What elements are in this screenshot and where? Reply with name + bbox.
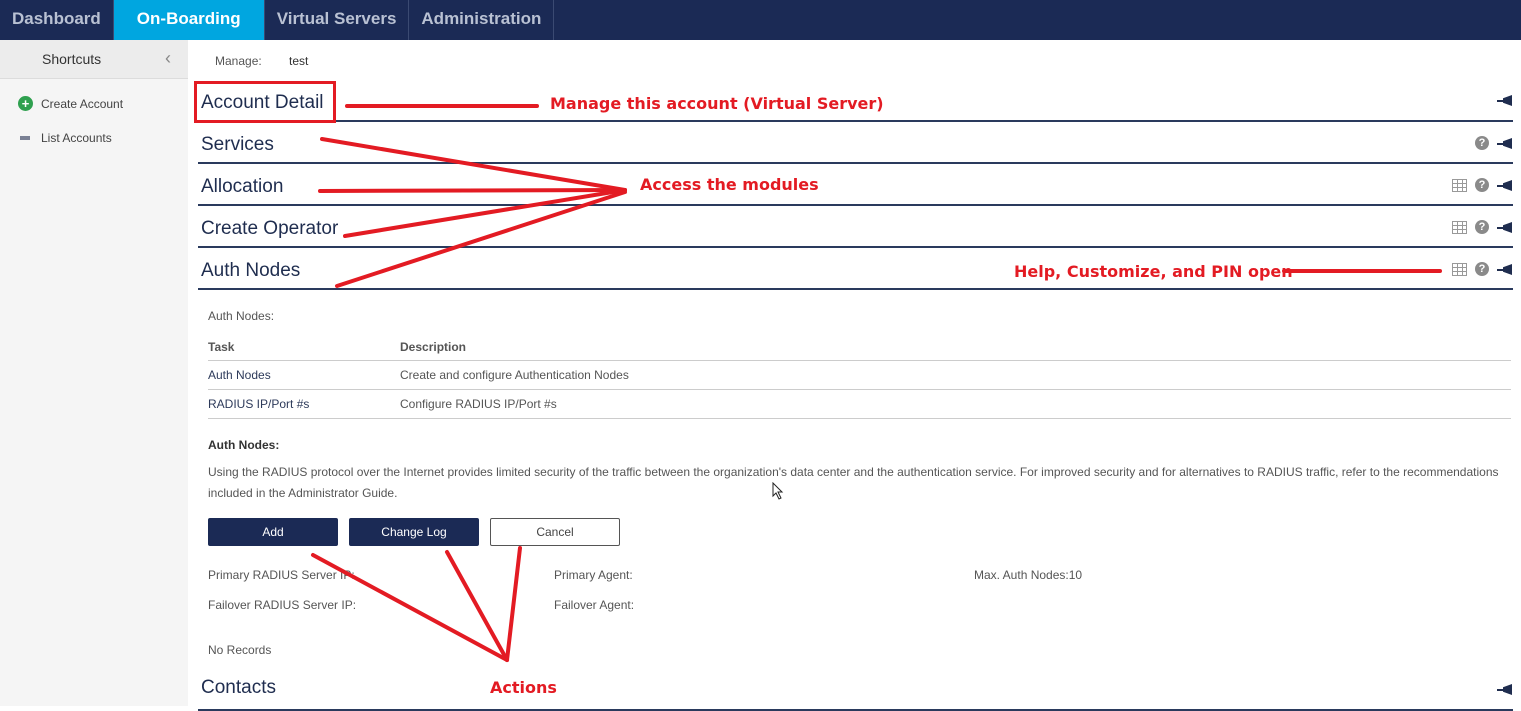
section-create-operator: Create Operator ?	[198, 206, 1513, 248]
section-title[interactable]: Create Operator	[201, 218, 338, 240]
failover-agent-label: Failover Agent:	[554, 598, 635, 612]
table-header-row: Task Description	[208, 334, 1511, 361]
pin-icon[interactable]	[1497, 179, 1513, 191]
table-row: RADIUS IP/Port #s Configure RADIUS IP/Po…	[208, 389, 1511, 419]
mouse-cursor-icon	[772, 482, 784, 500]
auth-nodes-info-text: Using the RADIUS protocol over the Inter…	[208, 465, 1499, 500]
change-log-button[interactable]: Change Log	[349, 518, 479, 546]
pin-icon[interactable]	[1497, 263, 1513, 275]
help-icon[interactable]: ?	[1475, 136, 1489, 150]
table-row: Auth Nodes Create and configure Authenti…	[208, 360, 1511, 390]
annotation-manage-account: Manage this account (Virtual Server)	[550, 94, 884, 113]
manage-label: Manage:	[215, 54, 262, 68]
tasks-table: Task Description Auth Nodes Create and c…	[208, 334, 1511, 419]
manage-row: Manage: test	[215, 54, 308, 68]
cancel-button[interactable]: Cancel	[490, 518, 620, 546]
sidebar-header: Shortcuts ‹	[0, 40, 188, 79]
help-icon[interactable]: ?	[1475, 178, 1489, 192]
tab-virtual-servers[interactable]: Virtual Servers	[265, 0, 410, 40]
section-title[interactable]: Contacts	[201, 677, 276, 699]
tab-on-boarding[interactable]: On-Boarding	[113, 0, 265, 40]
help-icon[interactable]: ?	[1475, 220, 1489, 234]
sidebar-item-list-accounts[interactable]: List Accounts	[18, 130, 112, 145]
column-header-description: Description	[400, 334, 1511, 361]
auth-nodes-info-heading: Auth Nodes:	[208, 438, 280, 452]
pin-icon[interactable]	[1497, 137, 1513, 149]
annotation-access-modules: Access the modules	[640, 175, 819, 194]
primary-radius-label: Primary RADIUS Server IP:	[208, 568, 355, 582]
annotation-actions: Actions	[490, 678, 557, 697]
sidebar-title: Shortcuts	[42, 51, 102, 67]
grid-icon[interactable]	[1452, 220, 1467, 234]
primary-agent-label: Primary Agent:	[554, 568, 633, 582]
help-icon[interactable]: ?	[1475, 262, 1489, 276]
section-services: Services ?	[198, 122, 1513, 164]
task-description: Configure RADIUS IP/Port #s	[400, 389, 1511, 419]
top-navigation: Dashboard On-Boarding Virtual Servers Ad…	[0, 0, 1521, 40]
grid-icon[interactable]	[1452, 178, 1467, 192]
sidebar-item-label: Create Account	[41, 96, 124, 111]
chevron-left-icon[interactable]: ‹	[165, 48, 171, 69]
main-content: Manage: test Account Detail Services ? A…	[188, 40, 1521, 711]
annotation-help-customize: Help, Customize, and PIN open	[1014, 262, 1293, 281]
pin-icon[interactable]	[1497, 683, 1513, 695]
sidebar: Shortcuts ‹ + Create Account List Accoun…	[0, 40, 188, 706]
sidebar-item-label: List Accounts	[41, 130, 112, 145]
section-auth-nodes: Auth Nodes ?	[198, 248, 1513, 290]
section-allocation: Allocation ?	[198, 164, 1513, 206]
grid-icon[interactable]	[1452, 262, 1467, 276]
add-button[interactable]: Add	[208, 518, 338, 546]
plus-circle-icon: +	[18, 96, 33, 111]
max-auth-nodes: Max. Auth Nodes:10	[974, 568, 1083, 582]
tab-administration[interactable]: Administration	[409, 0, 555, 40]
pin-icon[interactable]	[1497, 221, 1513, 233]
no-records-label: No Records	[208, 643, 272, 657]
list-icon	[18, 130, 33, 145]
column-header-task: Task	[208, 334, 400, 361]
sidebar-item-create-account[interactable]: + Create Account	[18, 96, 123, 111]
task-link[interactable]: Auth Nodes	[208, 360, 400, 390]
task-description: Create and configure Authentication Node…	[400, 360, 1511, 390]
section-title[interactable]: Auth Nodes	[201, 260, 300, 282]
section-title[interactable]: Allocation	[201, 176, 283, 198]
section-contacts: Contacts	[198, 665, 1513, 711]
tab-dashboard[interactable]: Dashboard	[0, 0, 114, 40]
auth-nodes-intro-label: Auth Nodes:	[208, 309, 275, 323]
manage-value: test	[289, 54, 309, 68]
failover-radius-label: Failover RADIUS Server IP:	[208, 598, 357, 612]
section-title[interactable]: Services	[201, 134, 274, 156]
pin-icon[interactable]	[1497, 94, 1513, 106]
task-link[interactable]: RADIUS IP/Port #s	[208, 389, 400, 419]
highlight-box-account-detail	[194, 81, 336, 123]
